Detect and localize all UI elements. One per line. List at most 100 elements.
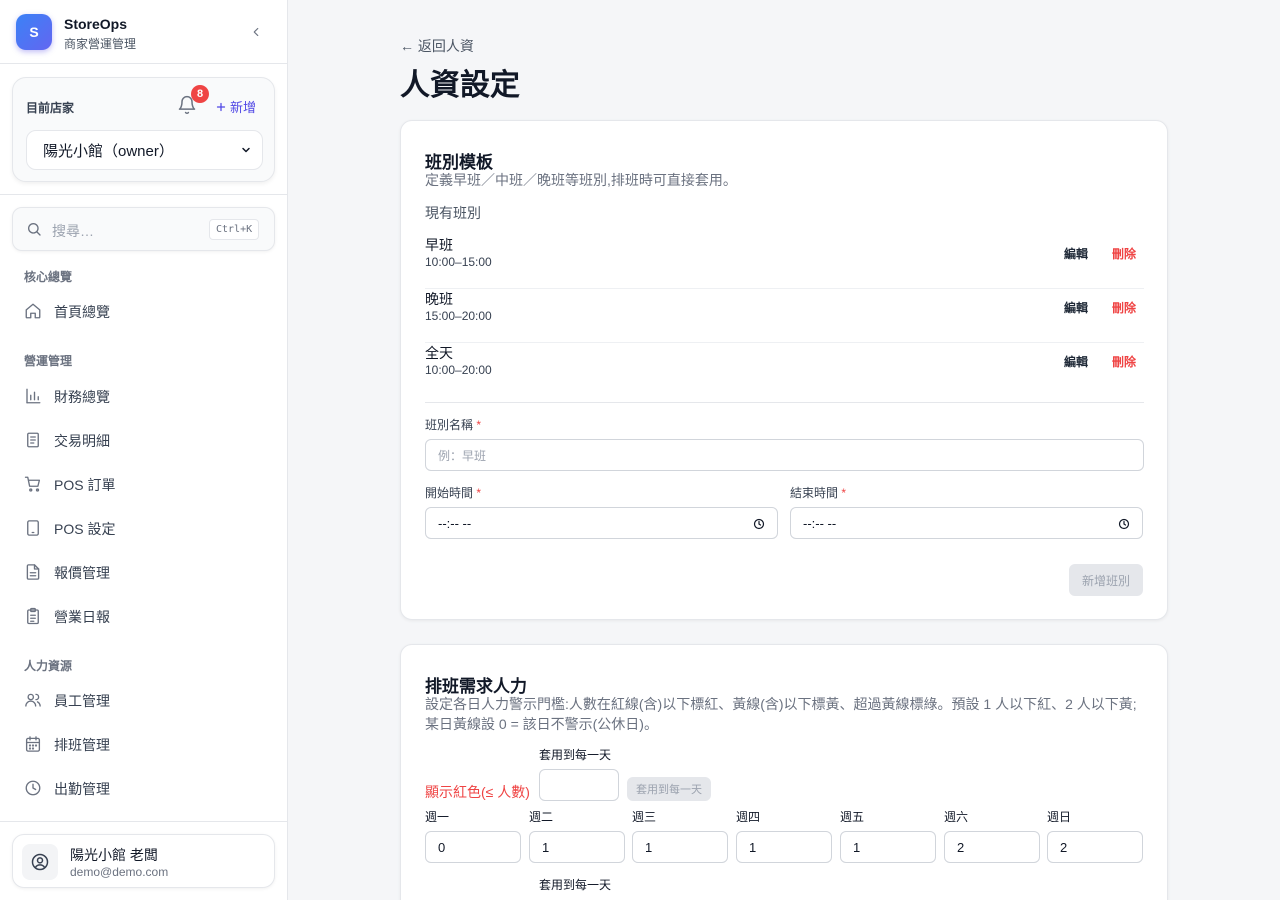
apply-all-label: 套用到每一天 — [539, 878, 612, 892]
red-threshold-input[interactable]: 1 — [632, 831, 728, 863]
store-label: 目前店家 — [26, 101, 75, 115]
sidebar-item-finance[interactable]: 財務總覽 — [12, 376, 275, 416]
end-time-value: --:-- -- — [803, 515, 837, 531]
card-description: 定義早班／中班／晚班等班別,排班時可直接套用。 — [425, 172, 737, 188]
users-icon — [25, 693, 41, 707]
list-item: 早班 10:00–15:00 編輯 刪除 — [425, 235, 1144, 289]
list-item: 全天 10:00–20:00 編輯 刪除 — [425, 343, 1144, 397]
red-threshold-input[interactable]: 1 — [736, 831, 832, 863]
sidebar-item-employees[interactable]: 員工管理 — [12, 680, 275, 720]
red-threshold-input[interactable]: 2 — [1047, 831, 1143, 863]
delete-shift-button[interactable]: 刪除 — [1112, 353, 1136, 370]
sidebar-item-pos-settings[interactable]: POS 設定 — [12, 508, 275, 548]
search-shortcut: Ctrl+K — [209, 219, 260, 240]
user-profile-card[interactable]: 陽光小館 老闆 demo@demo.com — [12, 834, 275, 888]
chevron-left-icon — [253, 27, 259, 37]
sidebar: S StoreOps 商家營運管理 目前店家 8 新增 陽光小館（owner） … — [0, 0, 288, 900]
clock-icon — [753, 518, 765, 530]
required-mark: * — [841, 486, 847, 500]
nav-section-hr: 人力資源 — [24, 659, 73, 673]
staffing-requirement-card: 排班需求人力 設定各日人力警示門檻:人數在紅線(含)以下標紅、黃線(含)以下標黃… — [400, 644, 1168, 900]
sidebar-item-label: 營業日報 — [54, 609, 110, 625]
page-title: 人資設定 — [400, 69, 520, 102]
cart-icon — [24, 476, 41, 492]
shift-name: 晚班 — [425, 291, 453, 307]
chevron-down-icon — [242, 147, 250, 153]
sidebar-item-label: 出勤管理 — [54, 781, 110, 797]
sidebar-divider — [0, 194, 287, 195]
edit-shift-button[interactable]: 編輯 — [1064, 353, 1088, 370]
red-threshold-input[interactable]: 1 — [840, 831, 936, 863]
search-icon — [28, 223, 41, 236]
sidebar-item-label: 報價管理 — [54, 565, 110, 581]
required-mark: * — [476, 486, 482, 500]
red-threshold-label: 顯示紅色(≤ 人數) — [425, 784, 530, 800]
sidebar-item-label: 交易明細 — [54, 433, 110, 449]
sidebar-divider — [0, 821, 287, 822]
clipboard-icon — [27, 607, 39, 625]
sidebar-item-quotes[interactable]: 報價管理 — [12, 552, 275, 592]
store-select[interactable]: 陽光小館（owner） — [26, 130, 263, 170]
sidebar-item-label: POS 訂單 — [54, 477, 116, 493]
back-to-hr-link[interactable]: ← 返回人資 — [400, 36, 474, 56]
shift-time: 15:00–20:00 — [425, 309, 492, 323]
search-input[interactable]: 搜尋… Ctrl+K — [12, 207, 275, 251]
day-label: 週四 — [736, 810, 761, 824]
end-time-field[interactable]: --:-- -- — [790, 507, 1143, 539]
day-label: 週一 — [425, 810, 450, 824]
apply-all-input[interactable] — [539, 769, 619, 801]
add-store-button[interactable]: 新增 — [215, 97, 256, 116]
delete-shift-button[interactable]: 刪除 — [1112, 299, 1136, 316]
brand-logo: S — [16, 14, 52, 50]
edit-shift-button[interactable]: 編輯 — [1064, 245, 1088, 262]
divider — [425, 402, 1144, 403]
sidebar-item-daily-report[interactable]: 營業日報 — [12, 596, 275, 636]
apply-all-label: 套用到每一天 — [539, 748, 612, 762]
bar-chart-icon — [26, 388, 41, 404]
day-label: 週三 — [632, 810, 657, 824]
sidebar-item-transactions[interactable]: 交易明細 — [12, 420, 275, 460]
day-label: 週日 — [1047, 810, 1072, 824]
add-store-label: 新增 — [230, 100, 257, 115]
required-mark: * — [476, 418, 482, 432]
avatar — [22, 844, 58, 880]
sidebar-item-attendance[interactable]: 出勤管理 — [12, 768, 275, 808]
shift-name: 早班 — [425, 237, 453, 253]
sidebar-item-label: 首頁總覽 — [54, 304, 110, 320]
shift-name-label-text: 班別名稱 — [425, 418, 474, 432]
store-select-value: 陽光小館（owner） — [43, 142, 174, 160]
sidebar-item-label: POS 設定 — [54, 521, 116, 537]
collapse-sidebar-button[interactable] — [246, 22, 266, 42]
brand-subtitle: 商家營運管理 — [64, 37, 137, 51]
end-time-label: 結束時間 * — [790, 484, 846, 501]
user-email: demo@demo.com — [70, 865, 169, 879]
start-time-field[interactable]: --:-- -- — [425, 507, 778, 539]
store-switcher-card: 目前店家 8 新增 陽光小館（owner） — [12, 77, 275, 182]
nav-section-operations: 營運管理 — [24, 354, 73, 368]
card-description: 設定各日人力警示門檻:人數在紅線(含)以下標紅、黃線(含)以下標黃、超過黃線標綠… — [425, 696, 1137, 732]
delete-shift-button[interactable]: 刪除 — [1112, 245, 1136, 262]
list-item: 晚班 15:00–20:00 編輯 刪除 — [425, 289, 1144, 343]
red-threshold-input[interactable]: 1 — [529, 831, 625, 863]
notification-badge: 8 — [191, 85, 209, 103]
edit-shift-button[interactable]: 編輯 — [1064, 299, 1088, 316]
shift-name-field[interactable]: 例：早班 — [425, 439, 1144, 471]
brand-name: StoreOps — [64, 16, 128, 32]
day-label: 週二 — [529, 810, 554, 824]
tablet-icon — [27, 520, 39, 536]
shift-template-card: 班別模板 定義早班／中班／晚班等班別,排班時可直接套用。 現有班別 早班 10:… — [400, 120, 1168, 620]
sidebar-item-label: 排班管理 — [54, 737, 110, 753]
apply-all-button[interactable]: 套用到每一天 — [627, 777, 711, 801]
sidebar-item-pos-orders[interactable]: POS 訂單 — [12, 464, 275, 504]
red-threshold-input[interactable]: 0 — [425, 831, 521, 863]
nav-section-core: 核心總覽 — [24, 270, 73, 284]
red-threshold-input[interactable]: 2 — [944, 831, 1040, 863]
sidebar-item-scheduling[interactable]: 排班管理 — [12, 724, 275, 764]
shift-name-label: 班別名稱 * — [425, 416, 481, 433]
shift-time: 10:00–15:00 — [425, 255, 492, 269]
plus-icon — [216, 102, 226, 111]
add-shift-button[interactable]: 新增班別 — [1069, 564, 1143, 596]
sidebar-item-home[interactable]: 首頁總覽 — [12, 291, 275, 331]
user-name: 陽光小館 老闆 — [70, 847, 158, 863]
clock-icon — [1118, 518, 1130, 530]
